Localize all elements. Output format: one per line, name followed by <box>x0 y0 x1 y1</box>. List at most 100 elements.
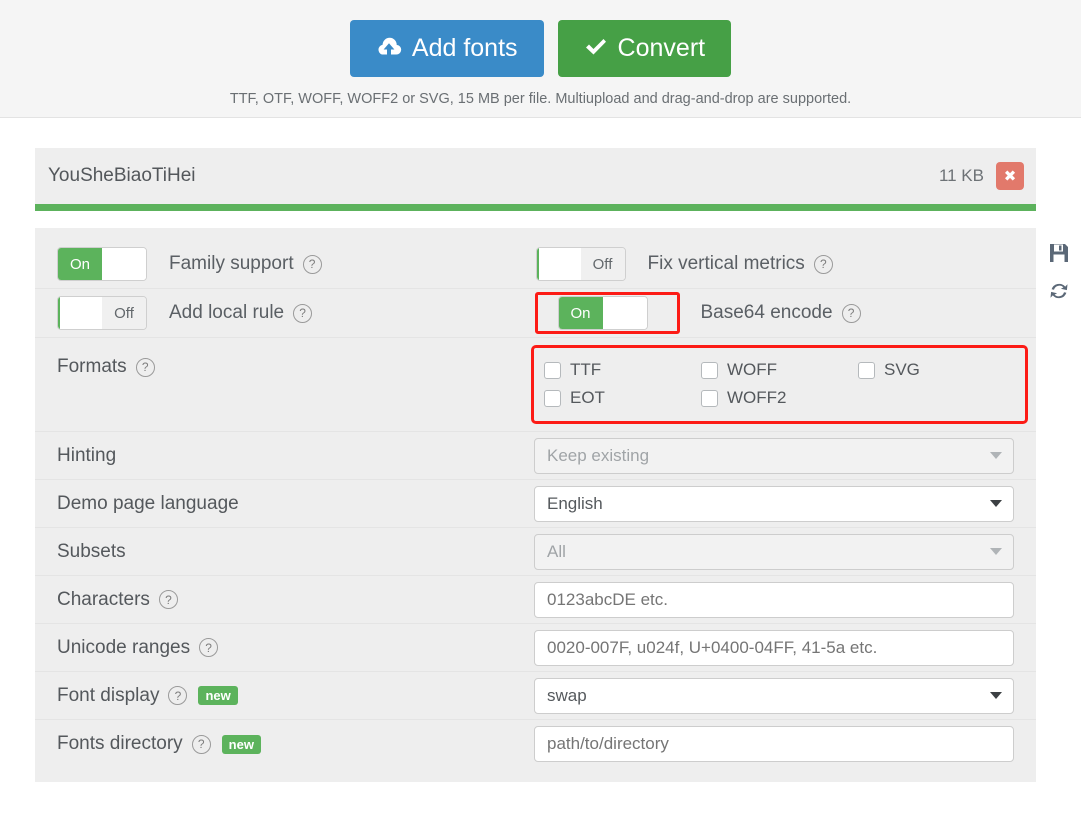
fix-vertical-metrics-toggle-knob <box>536 248 581 280</box>
font-display-label-text: Font display <box>57 684 160 706</box>
cloud-upload-icon <box>376 37 402 61</box>
format-checkbox-eot[interactable]: EOT <box>544 384 701 412</box>
base64-encode-highlight-box: On <box>534 292 680 334</box>
format-checkbox-woff[interactable]: WOFF <box>701 356 858 384</box>
unicode-ranges-control <box>534 629 1014 666</box>
family-support-label-text: Family support <box>169 253 294 274</box>
add-local-rule-toggle[interactable]: Off <box>57 296 147 330</box>
subsets-label: Subsets <box>57 541 534 563</box>
top-action-bar: Add fonts Convert TTF, OTF, WOFF, WOFF2 … <box>0 0 1081 118</box>
unicode-ranges-label: Unicode ranges ? <box>57 637 534 659</box>
hinting-label: Hinting <box>57 445 534 467</box>
formats-highlight-box: TTF WOFF SVG EOT WOFF2 <box>531 345 1028 424</box>
subsets-control: All <box>534 533 1014 570</box>
row-hinting: Hinting Keep existing <box>35 432 1036 480</box>
base64-encode-label-text: Base64 encode <box>700 302 833 323</box>
help-icon[interactable]: ? <box>191 734 211 754</box>
new-badge: new <box>198 686 238 705</box>
fix-vertical-metrics-toggle-state: Off <box>580 248 625 280</box>
chevron-down-icon <box>990 548 1002 555</box>
fonts-directory-control <box>534 726 1014 762</box>
hinting-label-text: Hinting <box>57 444 117 466</box>
chevron-down-icon <box>990 452 1002 459</box>
base64-encode-toggle[interactable]: On <box>557 296 648 330</box>
chevron-down-icon <box>990 692 1002 699</box>
add-local-rule-label-text: Add local rule <box>169 302 285 323</box>
toggle-row-2: Off Add local rule ? On Base64 encode ? <box>35 289 1036 338</box>
row-demo-page-language: Demo page language English <box>35 480 1036 528</box>
unicode-ranges-label-text: Unicode ranges <box>57 636 191 658</box>
formats-row: Formats ? TTF WOFF SVG EOT WOFF2 <box>35 338 1036 432</box>
font-display-value: swap <box>547 685 587 705</box>
formats-label-text: Formats <box>57 356 127 377</box>
demo-page-language-select[interactable]: English <box>534 485 1014 522</box>
hinting-control: Keep existing <box>534 437 1014 474</box>
format-label-woff2: WOFF2 <box>727 388 787 407</box>
characters-label-text: Characters <box>57 588 150 610</box>
font-display-control: swap <box>534 677 1014 714</box>
demo-page-language-value: English <box>547 493 603 513</box>
row-fonts-directory: Fonts directory ? new <box>35 720 1036 768</box>
help-icon[interactable]: ? <box>168 686 188 705</box>
file-card-header: YouSheBiaoTiHei 11 KB ✖ <box>35 148 1036 204</box>
settings-panel: On Family support ? Off Fix vertical met… <box>35 228 1036 782</box>
subsets-select[interactable]: All <box>534 533 1014 570</box>
format-checkbox-woff2[interactable]: WOFF2 <box>701 384 858 412</box>
top-button-group: Add fonts Convert <box>0 0 1081 77</box>
format-checkbox-ttf[interactable]: TTF <box>544 356 701 384</box>
checkbox-icon[interactable] <box>701 389 718 407</box>
fix-vertical-metrics-label: Fix vertical metrics ? <box>648 253 833 275</box>
base64-encode-label: Base64 encode ? <box>701 302 861 324</box>
hinting-value: Keep existing <box>547 445 650 465</box>
help-icon[interactable]: ? <box>302 254 322 274</box>
base64-encode-toggle-knob <box>602 297 647 329</box>
formats-line-1: TTF WOFF SVG <box>544 356 1015 384</box>
check-icon <box>584 37 608 61</box>
help-icon[interactable]: ? <box>841 303 861 323</box>
save-icon[interactable] <box>1048 242 1070 264</box>
help-icon[interactable]: ? <box>135 357 155 377</box>
format-checkbox-svg[interactable]: SVG <box>858 356 1015 384</box>
fix-vertical-metrics-toggle[interactable]: Off <box>535 247 626 281</box>
formats-label: Formats ? <box>57 348 534 378</box>
help-icon[interactable]: ? <box>158 590 178 609</box>
refresh-icon[interactable] <box>1048 280 1070 302</box>
fonts-directory-input[interactable] <box>534 726 1014 762</box>
toggle-cell-family-support: On Family support ? <box>57 247 536 281</box>
font-display-label: Font display ? new <box>57 685 534 707</box>
toggle-cell-fix-vertical-metrics: Off Fix vertical metrics ? <box>535 247 1015 281</box>
convert-button[interactable]: Convert <box>557 20 732 77</box>
file-name: YouSheBiaoTiHei <box>48 165 196 186</box>
help-icon[interactable]: ? <box>199 638 219 657</box>
add-fonts-button[interactable]: Add fonts <box>349 20 544 77</box>
settings-panel-wrap: On Family support ? Off Fix vertical met… <box>35 228 1081 782</box>
row-characters: Characters ? <box>35 576 1036 624</box>
add-local-rule-label: Add local rule ? <box>169 302 313 324</box>
row-subsets: Subsets All <box>35 528 1036 576</box>
help-icon[interactable]: ? <box>813 254 833 274</box>
format-label-woff: WOFF <box>727 360 778 379</box>
upload-hint-text: TTF, OTF, WOFF, WOFF2 or SVG, 15 MB per … <box>229 91 852 107</box>
family-support-toggle[interactable]: On <box>57 247 147 281</box>
format-label-svg: SVG <box>884 360 920 379</box>
characters-label: Characters ? <box>57 589 534 611</box>
checkbox-icon[interactable] <box>544 361 561 379</box>
convert-label: Convert <box>617 34 706 62</box>
remove-file-button[interactable]: ✖ <box>996 162 1024 190</box>
toggle-row-1: On Family support ? Off Fix vertical met… <box>35 240 1036 289</box>
unicode-ranges-input[interactable] <box>534 629 1014 666</box>
hinting-select[interactable]: Keep existing <box>534 437 1014 474</box>
subsets-value: All <box>547 541 566 561</box>
base64-encode-toggle-state: On <box>558 297 603 329</box>
demo-page-language-label: Demo page language <box>57 493 534 515</box>
family-support-label: Family support ? <box>169 253 322 275</box>
help-icon[interactable]: ? <box>293 303 313 323</box>
toggle-cell-add-local-rule: Off Add local rule ? <box>57 296 536 330</box>
checkbox-icon[interactable] <box>701 361 718 379</box>
checkbox-icon[interactable] <box>858 361 875 379</box>
font-display-select[interactable]: swap <box>534 677 1014 714</box>
panel-side-actions <box>1036 228 1081 782</box>
checkbox-icon[interactable] <box>544 389 561 407</box>
characters-input[interactable] <box>534 581 1014 618</box>
file-card: YouSheBiaoTiHei 11 KB ✖ <box>35 148 1036 211</box>
